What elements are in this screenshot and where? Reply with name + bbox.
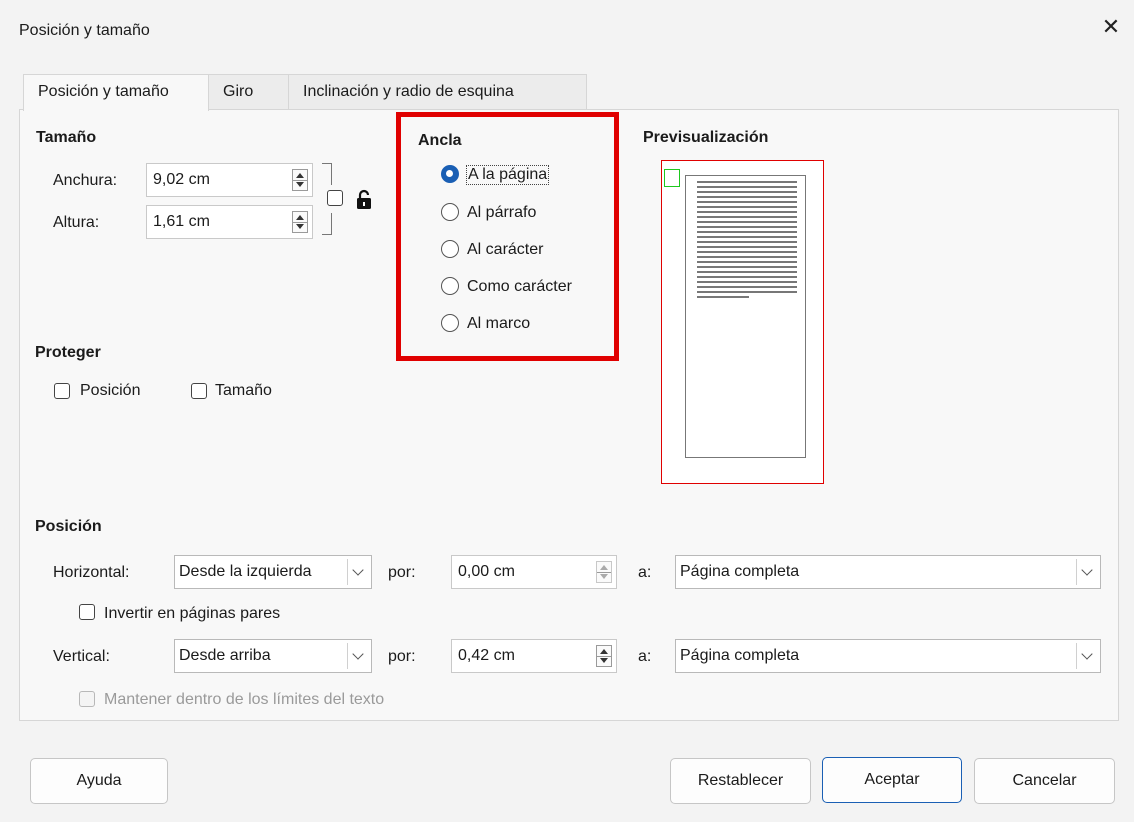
horizontal-by-spin-field[interactable]: 0,00 cm bbox=[451, 555, 617, 589]
vertical-by-value: 0,42 cm bbox=[458, 647, 515, 664]
anchor-as-character-radio[interactable] bbox=[441, 277, 459, 295]
protect-position-checkbox[interactable] bbox=[54, 383, 70, 399]
anchor-character-radio[interactable] bbox=[441, 240, 459, 258]
vertical-by-spin-field[interactable]: 0,42 cm bbox=[451, 639, 617, 673]
size-heading: Tamaño bbox=[36, 129, 97, 146]
anchor-character-label[interactable]: Al carácter bbox=[467, 241, 543, 259]
height-spin-arrows[interactable] bbox=[292, 211, 308, 233]
horizontal-to-combo[interactable]: Página completa bbox=[675, 555, 1101, 589]
vertical-to-value: Página completa bbox=[680, 647, 800, 664]
protect-position-label[interactable]: Posición bbox=[80, 382, 140, 400]
help-button[interactable]: Ayuda bbox=[30, 758, 168, 804]
protect-heading: Proteger bbox=[35, 344, 101, 361]
chevron-down-icon[interactable] bbox=[1076, 559, 1098, 585]
horizontal-by-spin-arrows[interactable] bbox=[596, 561, 612, 583]
vertical-by-label: por: bbox=[388, 648, 416, 665]
anchor-paragraph-radio[interactable] bbox=[441, 203, 459, 221]
protect-size-label[interactable]: Tamaño bbox=[215, 382, 272, 400]
keep-ratio-bracket-top bbox=[322, 163, 332, 185]
ok-button[interactable]: Aceptar bbox=[822, 757, 962, 803]
anchor-frame-label[interactable]: Al marco bbox=[467, 315, 530, 333]
anchor-frame-radio[interactable] bbox=[441, 314, 459, 332]
width-spin-field[interactable]: 9,02 cm bbox=[146, 163, 313, 197]
height-spin-field[interactable]: 1,61 cm bbox=[146, 205, 313, 239]
height-label: Altura: bbox=[53, 214, 100, 231]
protect-size-checkbox[interactable] bbox=[191, 383, 207, 399]
horizontal-combo-value: Desde la izquierda bbox=[179, 563, 312, 580]
vertical-combo-value: Desde arriba bbox=[179, 647, 271, 664]
horizontal-by-value: 0,00 cm bbox=[458, 563, 515, 580]
horizontal-to-value: Página completa bbox=[680, 563, 800, 580]
horizontal-to-label: a: bbox=[638, 564, 652, 581]
mirror-label[interactable]: Invertir en páginas pares bbox=[104, 605, 280, 623]
dialog-title: Posición y tamaño bbox=[19, 22, 150, 39]
width-label: Anchura: bbox=[53, 172, 118, 189]
vertical-to-combo[interactable]: Página completa bbox=[675, 639, 1101, 673]
horizontal-by-label: por: bbox=[388, 564, 416, 581]
chevron-down-icon[interactable] bbox=[347, 643, 369, 669]
close-icon[interactable]: ✕ bbox=[1098, 14, 1124, 40]
tab-slant-corner-radius[interactable]: Inclinación y radio de esquina bbox=[288, 74, 587, 110]
preview-text-lines bbox=[697, 181, 797, 301]
keep-inside-checkbox bbox=[79, 691, 95, 707]
anchor-as-character-label[interactable]: Como carácter bbox=[467, 278, 572, 296]
chevron-down-icon[interactable] bbox=[347, 559, 369, 585]
anchor-page-label[interactable]: A la página bbox=[466, 165, 550, 185]
horizontal-combo[interactable]: Desde la izquierda bbox=[174, 555, 372, 589]
tab-rotation[interactable]: Giro bbox=[208, 74, 289, 110]
preview-heading: Previsualización bbox=[643, 129, 769, 146]
width-spin-arrows[interactable] bbox=[292, 169, 308, 191]
keep-ratio-checkbox[interactable] bbox=[327, 190, 343, 206]
chevron-down-icon[interactable] bbox=[1076, 643, 1098, 669]
keep-ratio-bracket-bottom bbox=[322, 213, 332, 235]
anchor-paragraph-label[interactable]: Al párrafo bbox=[467, 204, 536, 222]
width-value: 9,02 cm bbox=[153, 171, 210, 188]
horizontal-label: Horizontal: bbox=[53, 564, 130, 581]
unlocked-padlock-icon bbox=[354, 189, 374, 211]
cancel-button[interactable]: Cancelar bbox=[974, 758, 1115, 804]
vertical-label: Vertical: bbox=[53, 648, 110, 665]
vertical-to-label: a: bbox=[638, 648, 652, 665]
height-value: 1,61 cm bbox=[153, 213, 210, 230]
anchor-heading: Ancla bbox=[418, 132, 462, 149]
anchor-page-radio[interactable] bbox=[441, 165, 459, 183]
vertical-by-spin-arrows[interactable] bbox=[596, 645, 612, 667]
keep-inside-label: Mantener dentro de los límites del texto bbox=[104, 691, 385, 708]
mirror-checkbox[interactable] bbox=[79, 604, 95, 620]
tab-position-size[interactable]: Posición y tamaño bbox=[23, 74, 209, 111]
reset-button[interactable]: Restablecer bbox=[670, 758, 811, 804]
preview-object-marker bbox=[664, 169, 680, 187]
position-heading: Posición bbox=[35, 518, 102, 535]
vertical-combo[interactable]: Desde arriba bbox=[174, 639, 372, 673]
